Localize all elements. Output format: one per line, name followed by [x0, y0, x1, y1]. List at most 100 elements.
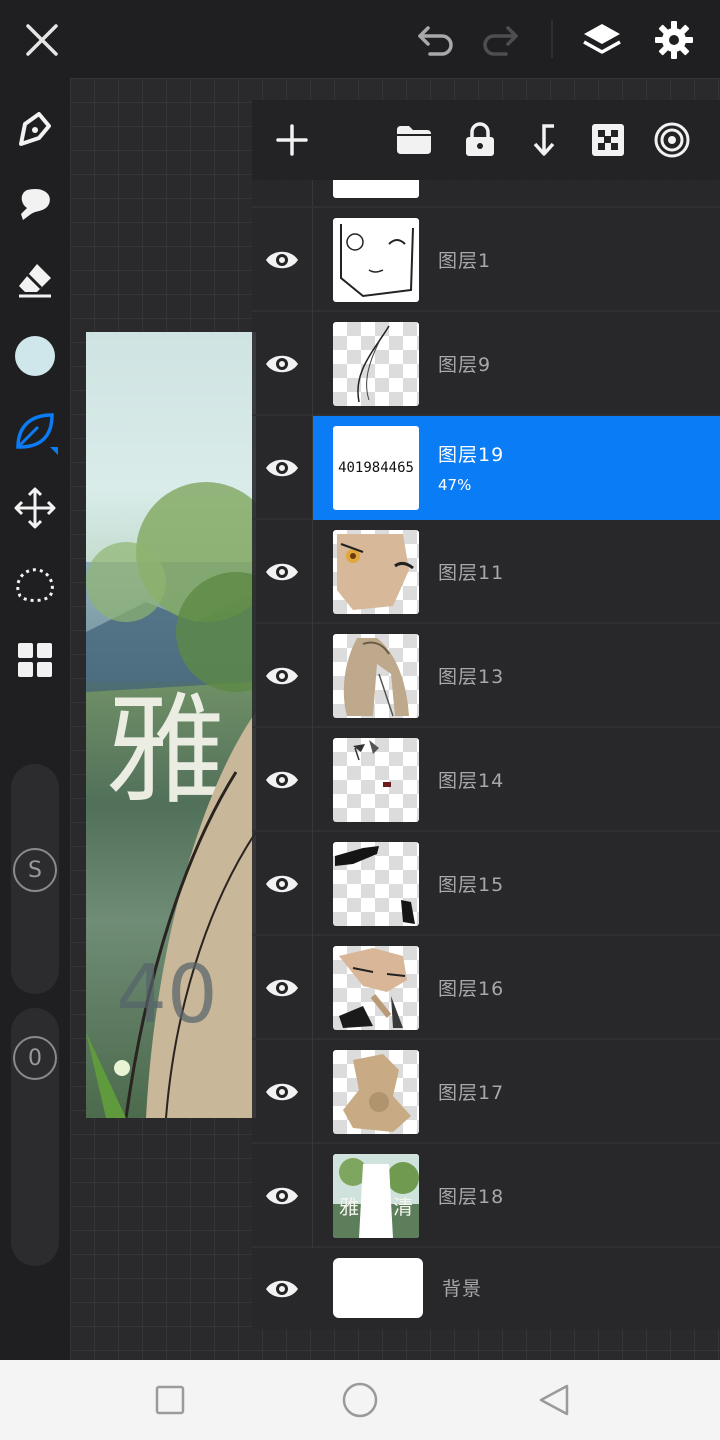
- app-root: 雅 40 S 0 图层1 图层9 401984465 图层19 47% 图层11…: [0, 0, 720, 1440]
- eye-icon: [266, 771, 298, 789]
- layer-visibility-toggle[interactable]: [260, 342, 304, 386]
- figure-drawing: [343, 638, 409, 717]
- layer-thumbnail: [333, 1050, 419, 1134]
- undo-button[interactable]: [410, 14, 462, 66]
- eye-icon: [266, 1187, 298, 1205]
- layer-visibility-toggle[interactable]: [260, 654, 304, 698]
- layer-row-partial: [252, 180, 720, 208]
- back-button[interactable]: [532, 1378, 576, 1422]
- square-icon: [155, 1385, 185, 1415]
- new-folder-button[interactable]: [388, 114, 440, 166]
- lock-layer-button[interactable]: [454, 114, 506, 166]
- layer-row-background[interactable]: 背景: [252, 1248, 720, 1330]
- layer-divider: [312, 416, 313, 520]
- folder-icon: [397, 126, 431, 154]
- layer-name: 图层15: [438, 874, 505, 896]
- strands-drawing: [357, 325, 390, 403]
- layer-row[interactable]: 图层11: [252, 520, 720, 624]
- layer-name: 图层1: [438, 250, 492, 272]
- settings-button[interactable]: [648, 14, 700, 66]
- layer-visibility-toggle[interactable]: [260, 550, 304, 594]
- layer-divider: [312, 936, 313, 1040]
- layer-visibility-toggle[interactable]: [260, 966, 304, 1010]
- layer-name: 图层9: [438, 354, 492, 376]
- color-picker-button[interactable]: [9, 330, 61, 382]
- blend-mode-button[interactable]: [646, 114, 698, 166]
- thumbnail-text: 401984465: [338, 460, 414, 476]
- home-button[interactable]: [338, 1378, 382, 1422]
- svg-text:清: 清: [393, 1195, 413, 1219]
- triangle-back-icon: [539, 1384, 569, 1416]
- layer-row[interactable]: 图层1: [252, 208, 720, 312]
- alpha-lock-button[interactable]: [582, 114, 634, 166]
- lasso-tool[interactable]: [9, 558, 61, 610]
- redo-icon: [483, 26, 518, 56]
- layer-thumbnail: [333, 1258, 423, 1318]
- face-lineart-drawing: [340, 224, 414, 298]
- layer-visibility-toggle[interactable]: [260, 1267, 304, 1311]
- blend-icon: [654, 122, 690, 158]
- eye-icon: [266, 355, 298, 373]
- gear-icon: [655, 21, 693, 59]
- layer-thumbnail: [333, 946, 419, 1030]
- layer-visibility-toggle[interactable]: [260, 862, 304, 906]
- merge-down-button[interactable]: [518, 114, 570, 166]
- transform-tool[interactable]: [9, 482, 61, 534]
- layer-row[interactable]: 图层16: [252, 936, 720, 1040]
- layer-row[interactable]: 图层13: [252, 624, 720, 728]
- layer-name: 图层18: [438, 1186, 505, 1208]
- tan-blob-drawing: [343, 1054, 411, 1132]
- circle-icon: [342, 1382, 378, 1418]
- layer-row-selected[interactable]: 401984465 图层19 47%: [252, 416, 720, 520]
- layer-visibility-toggle[interactable]: [260, 446, 304, 490]
- close-button[interactable]: [16, 14, 68, 66]
- layer-thumbnail: [333, 738, 419, 822]
- eye-icon: [266, 875, 298, 893]
- system-nav-bar: [0, 1360, 720, 1440]
- brush-size-knob[interactable]: S: [13, 848, 57, 892]
- brush-tool[interactable]: [9, 406, 61, 458]
- tool-bar: S 0: [0, 78, 70, 1360]
- brush-opacity-slider[interactable]: 0: [11, 1008, 59, 1266]
- layer-divider: [312, 1040, 313, 1144]
- pen-icon: [19, 112, 51, 146]
- brush-size-slider[interactable]: S: [11, 764, 59, 994]
- pen-tool[interactable]: [9, 102, 61, 154]
- layer-visibility-toggle[interactable]: [260, 1070, 304, 1114]
- layers-button[interactable]: [576, 14, 628, 66]
- lock-icon: [466, 122, 494, 156]
- layer-row[interactable]: 图层9: [252, 312, 720, 416]
- smudge-tool[interactable]: [9, 178, 61, 230]
- brush-opacity-knob[interactable]: 0: [13, 1036, 57, 1080]
- layer-divider: [312, 728, 313, 832]
- leaf-brush-icon: [16, 413, 58, 455]
- layers-icon: [583, 24, 621, 54]
- add-layer-button[interactable]: [266, 114, 318, 166]
- layer-visibility-toggle[interactable]: [260, 1174, 304, 1218]
- lasso-icon: [16, 568, 54, 602]
- close-icon: [26, 24, 58, 56]
- svg-text:40: 40: [116, 948, 218, 1041]
- recent-apps-button[interactable]: [148, 1378, 192, 1422]
- layer-divider: [312, 832, 313, 936]
- figure-color-drawing: [339, 948, 407, 1028]
- layer-name: 图层14: [438, 770, 505, 792]
- small-marks-drawing: [353, 740, 391, 787]
- layer-row[interactable]: 图层15: [252, 832, 720, 936]
- layer-visibility-toggle[interactable]: [260, 238, 304, 282]
- layout-tool[interactable]: [9, 634, 61, 686]
- eraser-icon: [19, 264, 51, 298]
- layer-row[interactable]: 雅清 图层18: [252, 1144, 720, 1248]
- layer-row[interactable]: 图层17: [252, 1040, 720, 1144]
- eye-icon: [266, 667, 298, 685]
- layer-name: 图层11: [438, 562, 505, 584]
- redo-button[interactable]: [474, 14, 526, 66]
- layer-row[interactable]: 图层14: [252, 728, 720, 832]
- current-color-swatch: [15, 336, 55, 376]
- layer-divider: [312, 624, 313, 728]
- artwork-image: 雅 40: [86, 332, 256, 1118]
- eraser-tool[interactable]: [9, 254, 61, 306]
- layer-visibility-toggle[interactable]: [260, 758, 304, 802]
- layer-thumbnail: [333, 842, 419, 926]
- eye-icon: [266, 563, 298, 581]
